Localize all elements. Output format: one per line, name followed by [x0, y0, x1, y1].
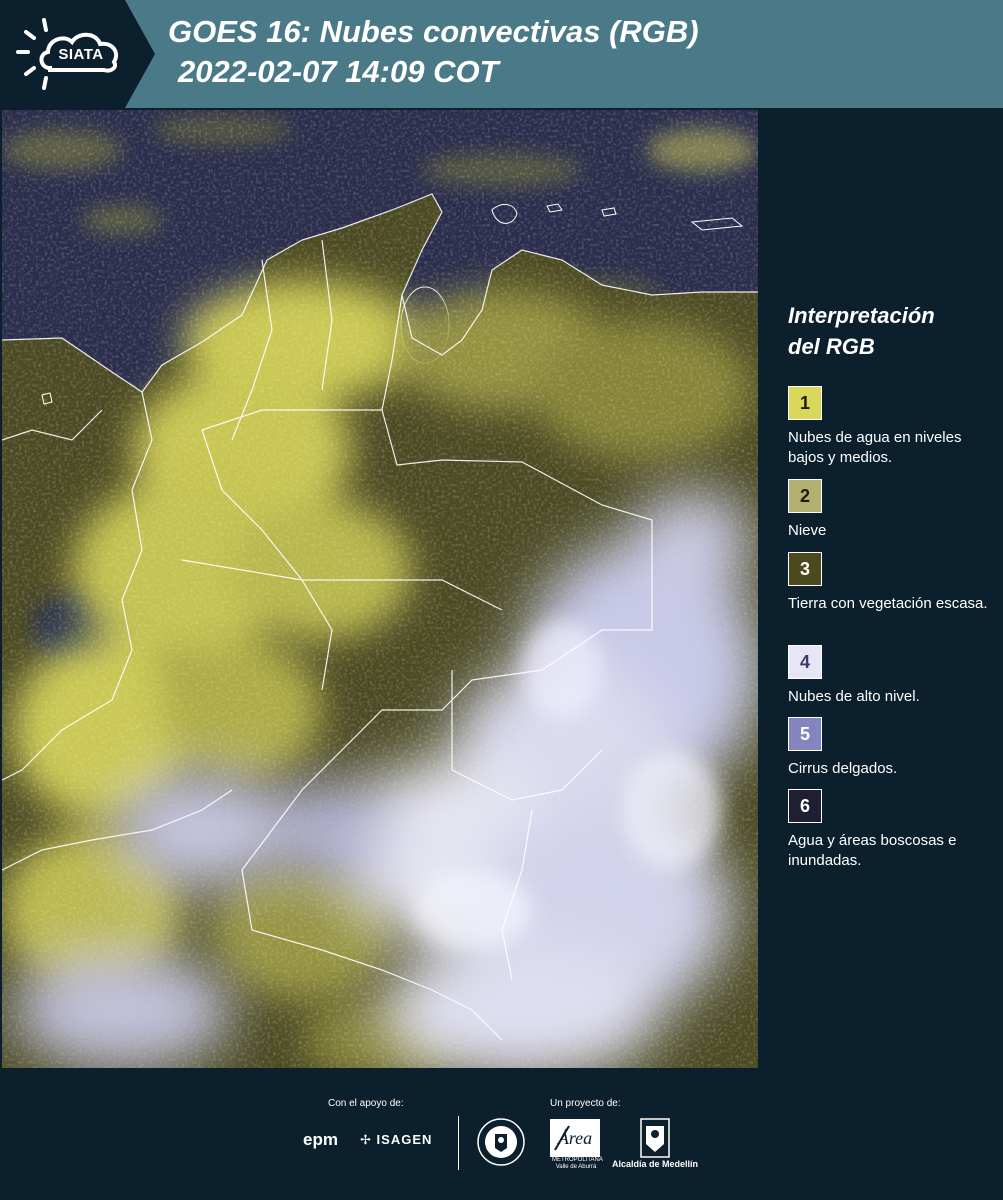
siata-logo: SIATA	[0, 0, 155, 108]
legend-label: Nieve	[788, 522, 827, 539]
alcaldia-text: Alcaldía de Medellín	[612, 1159, 699, 1169]
medellin-seal-icon	[477, 1118, 525, 1166]
project-label: Un proyecto de:	[550, 1098, 621, 1109]
legend-swatch: 6	[788, 789, 822, 823]
area-metropolitana-caption: METROPOLITANA Valle de Aburrá	[552, 1157, 603, 1170]
legend-panel: Interpretación del RGB 1 Nubes de agua e…	[760, 108, 1003, 1070]
area-metropolitana-logo-icon: Área	[550, 1119, 600, 1157]
isagen-name: ISAGEN	[376, 1132, 433, 1147]
legend-label: Nubes de agua en niveles bajos y medios.	[788, 429, 962, 466]
legend-label: Tierra con vegetación escasa.	[788, 595, 988, 612]
legend-swatch: 5	[788, 717, 822, 751]
legend-swatch: 4	[788, 645, 822, 679]
epm-logo: epm	[303, 1130, 338, 1149]
satellite-map[interactable]	[2, 110, 758, 1068]
page-title: GOES 16: Nubes convectivas (RGB)	[168, 14, 699, 49]
isagen-logo: ✢ ISAGEN	[360, 1132, 432, 1148]
footer-bar: Con el apoyo de: Un proyecto de: epm ✢ I…	[0, 1070, 1003, 1200]
logo-text: SIATA	[58, 46, 104, 63]
legend-title-line2: del RGB	[788, 334, 875, 359]
header-bar: SIATA GOES 16: Nubes convectivas (RGB) 2…	[0, 0, 1003, 108]
footer-divider	[458, 1116, 459, 1170]
page-timestamp: 2022-02-07 14:09 COT	[178, 54, 499, 89]
legend-label: Agua y áreas boscosas e inundadas.	[788, 832, 957, 869]
legend-title-line1: Interpretación	[788, 303, 935, 328]
legend-title: Interpretación del RGB	[788, 300, 988, 362]
legend-label: Nubes de alto nivel.	[788, 688, 920, 705]
isagen-star-icon: ✢	[360, 1132, 372, 1147]
legend-swatch: 2	[788, 479, 822, 513]
alcaldia-shield-icon	[640, 1118, 670, 1158]
support-label: Con el apoyo de:	[328, 1098, 404, 1109]
satellite-image	[2, 110, 758, 1068]
legend-swatch: 3	[788, 552, 822, 586]
legend-swatch: 1	[788, 386, 822, 420]
legend-label: Cirrus delgados.	[788, 760, 898, 777]
